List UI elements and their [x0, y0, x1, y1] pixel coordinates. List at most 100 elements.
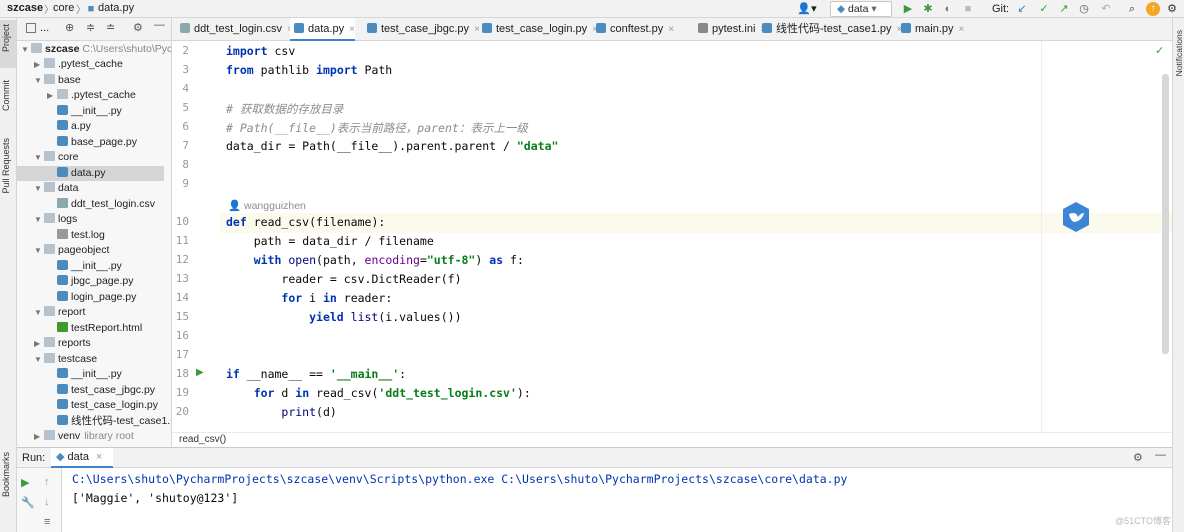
- user-icon[interactable]: 👤▾: [795, 1, 819, 17]
- chevron-down-icon[interactable]: ▼: [34, 73, 44, 88]
- run-icon[interactable]: ▶: [902, 1, 914, 17]
- code-line[interactable]: # 获取数据的存放目录: [226, 101, 343, 117]
- tree-folder[interactable]: ▼ pageobject: [17, 243, 164, 258]
- tree-file[interactable]: testReport.html: [17, 321, 164, 336]
- code-line[interactable]: with open(path, encoding="utf-8") as f:: [226, 253, 524, 267]
- run-tab[interactable]: ◆ data ×: [51, 448, 113, 468]
- close-icon[interactable]: ×: [668, 24, 674, 35]
- inspection-ok-icon[interactable]: ✓: [1155, 44, 1164, 57]
- tree-folder[interactable]: ▶ reports: [17, 336, 164, 351]
- tree-file[interactable]: __init__.py: [17, 104, 164, 119]
- gear-icon[interactable]: ⚙: [1133, 451, 1143, 464]
- editor-tab[interactable]: test_case_jbgc.py ×: [363, 18, 480, 41]
- close-icon[interactable]: ×: [959, 24, 965, 35]
- editor-tab[interactable]: main.py ×: [897, 18, 964, 41]
- history-icon[interactable]: ◷: [1078, 1, 1090, 17]
- chevron-right-icon[interactable]: ▶: [34, 57, 44, 72]
- chevron-right-icon[interactable]: ▶: [47, 88, 57, 103]
- settings-icon[interactable]: ⚙: [1165, 1, 1179, 17]
- tree-folder[interactable]: ▼ base: [17, 73, 164, 88]
- editor-tab[interactable]: 线性代码-test_case1.py ×: [758, 18, 902, 41]
- tree-folder[interactable]: ▶ .pytest_cache: [17, 57, 164, 72]
- code-line[interactable]: for d in read_csv('ddt_test_login.csv'):: [226, 386, 531, 400]
- code-line[interactable]: path = data_dir / filename: [226, 234, 434, 248]
- bookmarks-tool-tab[interactable]: Bookmarks: [1, 452, 11, 497]
- code-line[interactable]: for i in reader:: [226, 291, 392, 305]
- rerun-icon[interactable]: ▶: [21, 476, 29, 489]
- bird-plugin-icon[interactable]: [1060, 201, 1092, 233]
- coverage-icon[interactable]: ◐: [942, 1, 954, 17]
- git-push-icon[interactable]: ↗: [1058, 1, 1070, 17]
- chevron-down-icon[interactable]: ▼: [34, 243, 44, 258]
- editor-tab[interactable]: pytest.ini×: [694, 18, 766, 41]
- chevron-down-icon[interactable]: ▼: [34, 305, 44, 320]
- project-tool-tab[interactable]: Project: [0, 20, 16, 68]
- git-commit-icon[interactable]: ✓: [1038, 1, 1050, 17]
- tree-file[interactable]: __init__.py: [17, 259, 164, 274]
- code-line[interactable]: # Path(__file__)表示当前路径，parent：表示上一级: [226, 120, 528, 136]
- close-icon[interactable]: ×: [96, 451, 102, 463]
- tree-folder[interactable]: ▼ testcase: [17, 352, 164, 367]
- search-icon[interactable]: ⌕: [1126, 1, 1138, 17]
- debug-icon[interactable]: ✱: [922, 1, 934, 17]
- code-line[interactable]: print(d): [226, 405, 336, 419]
- tree-folder[interactable]: ▼ core: [17, 150, 164, 165]
- project-view-selector[interactable]: ...: [40, 22, 49, 34]
- tree-file[interactable]: __init__.py: [17, 367, 164, 382]
- gear-icon[interactable]: ⚙: [133, 21, 143, 34]
- breadcrumb-folder[interactable]: core: [53, 2, 74, 14]
- chevron-down-icon[interactable]: ▼: [34, 150, 44, 165]
- chevron-down-icon[interactable]: ▼: [34, 181, 44, 196]
- code-line[interactable]: reader = csv.DictReader(f): [226, 272, 461, 286]
- commit-tool-tab[interactable]: Commit: [1, 80, 11, 111]
- breadcrumb-file[interactable]: data.py: [98, 2, 134, 14]
- code-breadcrumb[interactable]: read_csv(): [172, 432, 1172, 447]
- tree-folder[interactable]: ▼ report: [17, 305, 164, 320]
- editor-scrollbar[interactable]: [1162, 74, 1169, 354]
- code-line[interactable]: if __name__ == '__main__':: [226, 367, 406, 381]
- rollback-icon[interactable]: ↶: [1100, 1, 1112, 17]
- editor-tab[interactable]: data.py ×: [290, 18, 355, 41]
- chevron-right-icon[interactable]: ▶: [34, 429, 44, 444]
- code-line[interactable]: from pathlib import Path: [226, 63, 392, 77]
- hide-icon[interactable]: —: [154, 19, 165, 31]
- scroll-up-icon[interactable]: ↑: [44, 476, 50, 488]
- editor-tab[interactable]: test_case_login.py×: [478, 18, 598, 41]
- tree-file[interactable]: jbgc_page.py: [17, 274, 164, 289]
- tree-file[interactable]: test_case_login.py: [17, 398, 164, 413]
- code-line[interactable]: import csv: [226, 44, 295, 58]
- tree-folder[interactable]: ▶ venv library root: [17, 429, 164, 444]
- notifications-tool-tab[interactable]: Notifications: [1174, 30, 1184, 76]
- tree-file[interactable]: a.py: [17, 119, 164, 134]
- tree-file[interactable]: test_case_jbgc.py: [17, 383, 164, 398]
- tree-root[interactable]: ▼ szcase C:\Users\shuto\Pyc: [17, 42, 171, 57]
- tree-file[interactable]: ddt_test_login.csv: [17, 197, 164, 212]
- wrench-icon[interactable]: 🔧: [21, 496, 35, 509]
- stop-icon[interactable]: ■: [962, 1, 974, 17]
- run-config-selector[interactable]: ◆ data ▾: [830, 1, 892, 17]
- run-gutter-icon[interactable]: ▶: [196, 367, 204, 378]
- code-line[interactable]: data_dir = Path(__file__).parent.parent …: [226, 139, 558, 153]
- locate-icon[interactable]: ⊕: [65, 21, 74, 34]
- editor-tab[interactable]: ddt_test_login.csv×: [176, 18, 293, 41]
- tree-folder[interactable]: ▶ .pytest_cache: [17, 88, 164, 103]
- git-update-icon[interactable]: ↙: [1016, 1, 1028, 17]
- chevron-down-icon[interactable]: ▼: [34, 212, 44, 227]
- scroll-down-icon[interactable]: ↓: [44, 496, 50, 508]
- code-line[interactable]: def read_csv(filename):: [226, 215, 385, 229]
- code-line[interactable]: yield list(i.values()): [226, 310, 461, 324]
- chevron-down-icon[interactable]: ▼: [34, 352, 44, 367]
- tree-file[interactable]: base_page.py: [17, 135, 164, 150]
- close-icon[interactable]: ×: [349, 24, 355, 35]
- tree-file[interactable]: login_page.py: [17, 290, 164, 305]
- hide-icon[interactable]: —: [1155, 449, 1166, 461]
- collapse-all-icon[interactable]: ≐: [106, 21, 115, 34]
- editor-tab[interactable]: conftest.py ×: [592, 18, 674, 41]
- chevron-right-icon[interactable]: ▶: [34, 336, 44, 351]
- tree-file[interactable]: 线性代码-test_case1.p: [17, 414, 171, 429]
- breadcrumb-project[interactable]: szcase: [7, 2, 43, 14]
- tree-folder[interactable]: ▼ logs: [17, 212, 164, 227]
- code-editor[interactable]: 2 3 4 5 6 7 8 9 10 11 12 13 14 15 16 17 18 19 20 ▶ 👤 wanggu…: [172, 41, 1172, 432]
- pull-requests-tool-tab[interactable]: Pull Requests: [1, 138, 11, 194]
- tree-file[interactable]: test.log: [17, 228, 164, 243]
